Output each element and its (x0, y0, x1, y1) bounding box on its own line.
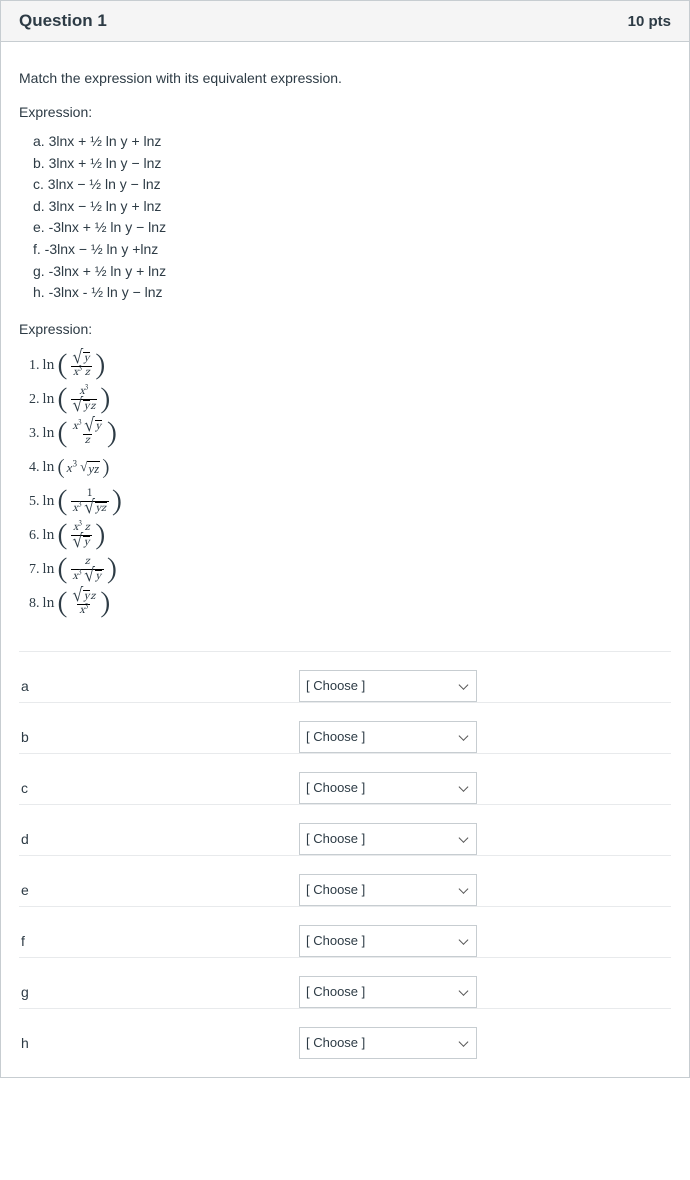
select-wrap: [ Choose ] (299, 874, 477, 906)
match-row: h [ Choose ] (19, 1008, 671, 1059)
select-wrap: [ Choose ] (299, 1027, 477, 1059)
list-item: b. 3lnx + ½ ln y − lnz (33, 154, 671, 174)
match-label: a (19, 678, 299, 694)
expression-label-1: Expression: (19, 104, 671, 120)
match-select-a[interactable]: [ Choose ] (299, 670, 477, 702)
letter-expression-list: a. 3lnx + ½ ln y + lnz b. 3lnx + ½ ln y … (19, 132, 671, 303)
match-select-g[interactable]: [ Choose ] (299, 976, 477, 1008)
list-item: 4. ln ( x3 √yz ) (29, 451, 671, 485)
list-item: a. 3lnx + ½ ln y + lnz (33, 132, 671, 152)
match-select-e[interactable]: [ Choose ] (299, 874, 477, 906)
match-label: d (19, 831, 299, 847)
select-wrap: [ Choose ] (299, 976, 477, 1008)
list-item: 7. ln ( z x3 √y ) (29, 553, 671, 587)
match-select-b[interactable]: [ Choose ] (299, 721, 477, 753)
list-item: g. -3lnx + ½ ln y + lnz (33, 262, 671, 282)
question-body: Match the expression with its equivalent… (1, 42, 689, 1077)
list-item: h. -3lnx - ½ ln y − lnz (33, 283, 671, 303)
list-item: 3. ln ( x3 √y z ) (29, 417, 671, 451)
match-label: c (19, 780, 299, 796)
list-item: 1. ln ( √y x3 z ) (29, 349, 671, 383)
question-instruction: Match the expression with its equivalent… (19, 70, 671, 86)
question-points: 10 pts (628, 13, 671, 30)
select-wrap: [ Choose ] (299, 721, 477, 753)
list-item: c. 3lnx − ½ ln y − lnz (33, 175, 671, 195)
select-wrap: [ Choose ] (299, 823, 477, 855)
question-title: Question 1 (19, 11, 107, 31)
match-label: b (19, 729, 299, 745)
match-row: b [ Choose ] (19, 702, 671, 753)
question-header: Question 1 10 pts (1, 1, 689, 42)
match-select-f[interactable]: [ Choose ] (299, 925, 477, 957)
list-item: e. -3lnx + ½ ln y − lnz (33, 218, 671, 238)
match-row: c [ Choose ] (19, 753, 671, 804)
match-select-d[interactable]: [ Choose ] (299, 823, 477, 855)
list-item: 2. ln ( x3 √yz ) (29, 383, 671, 417)
list-item: 8. ln ( √yz x3 ) (29, 587, 671, 621)
list-item: 6. ln ( x3 z √y ) (29, 519, 671, 553)
match-rows: a [ Choose ] b [ Choose ] c (19, 651, 671, 1059)
match-row: d [ Choose ] (19, 804, 671, 855)
match-select-h[interactable]: [ Choose ] (299, 1027, 477, 1059)
select-wrap: [ Choose ] (299, 772, 477, 804)
match-select-c[interactable]: [ Choose ] (299, 772, 477, 804)
select-wrap: [ Choose ] (299, 670, 477, 702)
match-row: e [ Choose ] (19, 855, 671, 906)
select-wrap: [ Choose ] (299, 925, 477, 957)
match-row: g [ Choose ] (19, 957, 671, 1008)
expression-label-2: Expression: (19, 321, 671, 337)
list-item: f. -3lnx − ½ ln y +lnz (33, 240, 671, 260)
match-label: h (19, 1035, 299, 1051)
numbered-expression-list: 1. ln ( √y x3 z ) 2. ln ( x3 √yz ) (19, 349, 671, 621)
match-label: g (19, 984, 299, 1000)
list-item: 5. ln ( 1 x3 √yz ) (29, 485, 671, 519)
match-label: f (19, 933, 299, 949)
question-card: Question 1 10 pts Match the expression w… (0, 0, 690, 1078)
list-item: d. 3lnx − ½ ln y + lnz (33, 197, 671, 217)
match-label: e (19, 882, 299, 898)
match-row: f [ Choose ] (19, 906, 671, 957)
match-row: a [ Choose ] (19, 651, 671, 702)
